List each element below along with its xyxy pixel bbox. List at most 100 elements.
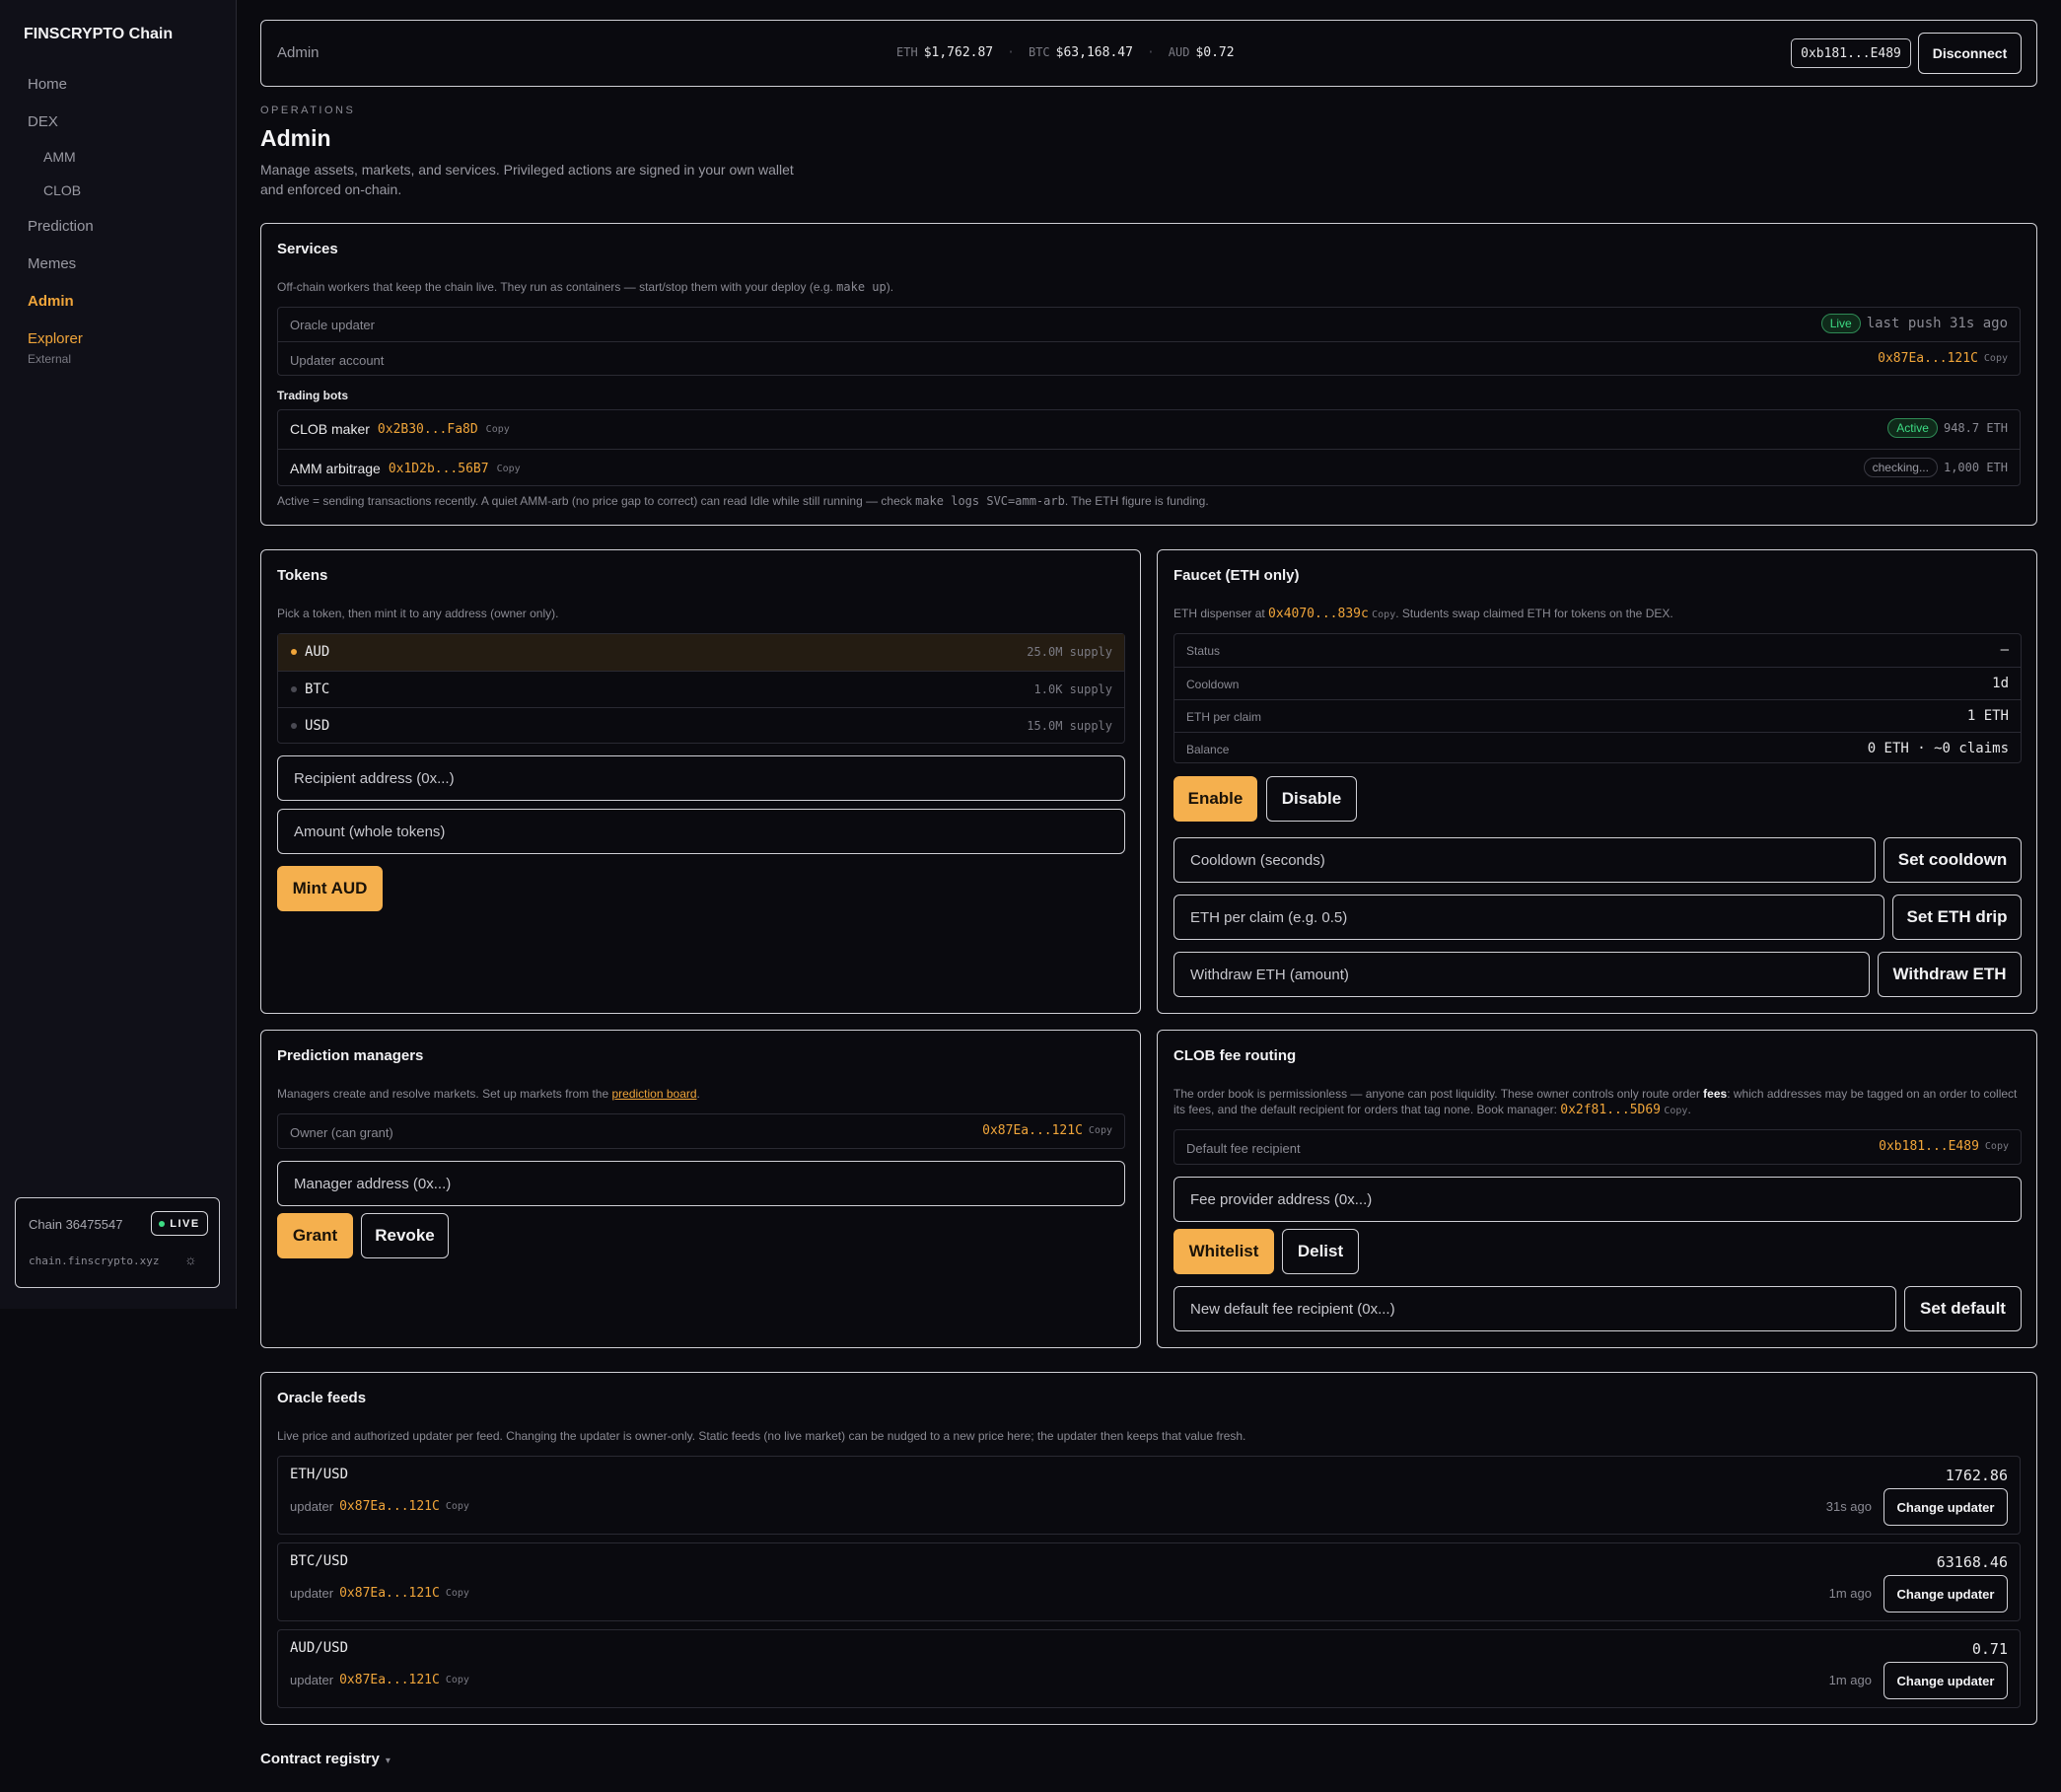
oracle-title: Oracle feeds bbox=[277, 1390, 367, 1406]
faucet-status-value: — bbox=[2000, 642, 2009, 658]
enable-button[interactable]: Enable bbox=[1173, 776, 1257, 822]
token-supply: 15.0M supply bbox=[1027, 719, 1112, 733]
copy-button[interactable]: Copy bbox=[486, 424, 510, 435]
feed-updater-address[interactable]: 0x87Ea...121C bbox=[339, 1499, 440, 1514]
change-updater-button[interactable]: Change updater bbox=[1883, 1575, 2008, 1613]
token-supply: 25.0M supply bbox=[1027, 645, 1112, 659]
contract-registry-title: Contract registry bbox=[260, 1751, 380, 1767]
feed-updater-address[interactable]: 0x87Ea...121C bbox=[339, 1586, 440, 1601]
withdraw-eth-input[interactable]: Withdraw ETH (amount) bbox=[1173, 952, 1870, 997]
sidebar-item-home[interactable]: Home bbox=[28, 76, 67, 93]
faucet-balance-row: Balance 0 ETH · ~0 claims bbox=[1174, 732, 2021, 764]
copy-button[interactable]: Copy bbox=[1372, 609, 1395, 620]
sidebar-item-prediction[interactable]: Prediction bbox=[28, 218, 94, 235]
token-row-usd[interactable]: USD 15.0M supply bbox=[278, 707, 1124, 744]
change-updater-button[interactable]: Change updater bbox=[1883, 1488, 2008, 1526]
bot-row: AMM arbitrage 0x1D2b...56B7 Copy checkin… bbox=[278, 449, 2020, 487]
new-default-fee-input[interactable]: New default fee recipient (0x...) bbox=[1173, 1286, 1896, 1331]
default-fee-table: Default fee recipient 0xb181...E489 Copy bbox=[1173, 1129, 2022, 1165]
copy-button[interactable]: Copy bbox=[1664, 1106, 1687, 1116]
faucet-claim-row: ETH per claim 1 ETH bbox=[1174, 699, 2021, 732]
eth-per-claim-input[interactable]: ETH per claim (e.g. 0.5) bbox=[1173, 895, 1884, 940]
prediction-board-link[interactable]: prediction board bbox=[611, 1087, 696, 1101]
live-dot-icon bbox=[159, 1220, 166, 1227]
change-updater-button[interactable]: Change updater bbox=[1883, 1662, 2008, 1699]
trading-bots-table: CLOB maker 0x2B30...Fa8D Copy Active 948… bbox=[277, 409, 2021, 486]
set-default-button[interactable]: Set default bbox=[1904, 1286, 2022, 1331]
tokens-panel: Tokens Pick a token, then mint it to any… bbox=[260, 549, 1141, 1014]
owner-label: Owner (can grant) bbox=[290, 1125, 393, 1140]
cooldown-input[interactable]: Cooldown (seconds) bbox=[1173, 837, 1876, 883]
sidebar-item-admin[interactable]: Admin bbox=[28, 293, 74, 310]
sidebar-item-amm[interactable]: AMM bbox=[43, 149, 76, 165]
live-label: LIVE bbox=[170, 1217, 200, 1230]
whitelist-button[interactable]: Whitelist bbox=[1173, 1229, 1274, 1274]
book-manager-address[interactable]: 0x2f81...5D69 bbox=[1560, 1103, 1661, 1117]
copy-button[interactable]: Copy bbox=[1089, 1125, 1112, 1136]
feed-updater-address[interactable]: 0x87Ea...121C bbox=[339, 1673, 440, 1687]
recipient-address-input[interactable]: Recipient address (0x...) bbox=[277, 755, 1125, 801]
mint-button[interactable]: Mint AUD bbox=[277, 866, 383, 911]
oracle-feed-row: ETH/USD 1762.86 updater 0x87Ea...121C Copy… bbox=[277, 1456, 2021, 1535]
feed-pair: ETH/USD bbox=[290, 1467, 349, 1482]
bot-status-badge: Active bbox=[1887, 418, 1938, 438]
ticker-btc: BTC $63,168.47 bbox=[1028, 45, 1133, 60]
sidebar-item-memes[interactable]: Memes bbox=[28, 255, 76, 272]
bot-status-badge: checking... bbox=[1863, 458, 1938, 477]
copy-button[interactable]: Copy bbox=[446, 1501, 469, 1512]
wallet-address-pill[interactable]: 0xb181...E489 bbox=[1791, 38, 1911, 68]
clob-title: CLOB fee routing bbox=[1173, 1047, 1297, 1064]
faucet-claim-value: 1 ETH bbox=[1966, 708, 2009, 724]
set-eth-drip-button[interactable]: Set ETH drip bbox=[1892, 895, 2022, 940]
token-dot-icon bbox=[291, 649, 297, 655]
fee-provider-input[interactable]: Fee provider address (0x...) bbox=[1173, 1177, 2022, 1222]
token-list: AUD 25.0M supply BTC 1.0K supply USD 15.… bbox=[277, 633, 1125, 744]
revoke-button[interactable]: Revoke bbox=[361, 1213, 449, 1258]
bot-address[interactable]: 0x2B30...Fa8D bbox=[378, 422, 478, 437]
disable-button[interactable]: Disable bbox=[1266, 776, 1357, 822]
mint-amount-input[interactable]: Amount (whole tokens) bbox=[277, 809, 1125, 854]
bot-name: AMM arbitrage bbox=[290, 461, 381, 476]
copy-button[interactable]: Copy bbox=[1984, 353, 2008, 364]
sidebar-item-clob[interactable]: CLOB bbox=[43, 182, 81, 198]
bot-row: CLOB maker 0x2B30...Fa8D Copy Active 948… bbox=[278, 410, 2020, 449]
contract-registry-toggle[interactable]: Contract registry ▾ bbox=[260, 1751, 391, 1767]
copy-button[interactable]: Copy bbox=[446, 1588, 469, 1599]
manager-address-input[interactable]: Manager address (0x...) bbox=[277, 1161, 1125, 1206]
feed-price: 63168.46 bbox=[1936, 1553, 2008, 1571]
oracle-feed-row: AUD/USD 0.71 updater 0x87Ea...121C Copy 1m… bbox=[277, 1629, 2021, 1708]
disconnect-button[interactable]: Disconnect bbox=[1918, 33, 2022, 74]
copy-button[interactable]: Copy bbox=[1985, 1141, 2009, 1152]
default-fee-row: Default fee recipient 0xb181...E489 Copy bbox=[1174, 1130, 2021, 1166]
sun-icon[interactable]: ☼ bbox=[184, 1252, 197, 1267]
faucet-description: ETH dispenser at 0x4070...839c Copy. Stu… bbox=[1173, 607, 1673, 621]
bots-note: Active = sending transactions recently. … bbox=[277, 494, 1209, 508]
withdraw-eth-button[interactable]: Withdraw ETH bbox=[1878, 952, 2022, 997]
token-row-aud[interactable]: AUD 25.0M supply bbox=[278, 634, 1124, 671]
tokens-title: Tokens bbox=[277, 567, 328, 584]
copy-button[interactable]: Copy bbox=[497, 464, 521, 474]
default-fee-address[interactable]: 0xb181...E489 bbox=[1879, 1139, 1979, 1154]
sidebar: FINSCRYPTO Chain Home DEX AMM CLOB Predi… bbox=[0, 0, 237, 1309]
live-badge: LIVE bbox=[151, 1211, 208, 1236]
delist-button[interactable]: Delist bbox=[1282, 1229, 1359, 1274]
token-row-btc[interactable]: BTC 1.0K supply bbox=[278, 671, 1124, 707]
brand-logo[interactable]: FINSCRYPTO Chain bbox=[24, 26, 173, 43]
bot-funding: 1,000 ETH bbox=[1943, 461, 2008, 474]
oracle-updater-label: Oracle updater bbox=[290, 318, 375, 332]
copy-button[interactable]: Copy bbox=[446, 1675, 469, 1685]
ticker-separator: · bbox=[1007, 45, 1015, 60]
updater-account-row: Updater account 0x87Ea...121C Copy bbox=[278, 341, 2020, 377]
faucet-cooldown-row: Cooldown 1d bbox=[1174, 667, 2021, 699]
updater-account-address[interactable]: 0x87Ea...121C bbox=[1878, 351, 1978, 366]
updater-account-label: Updater account bbox=[290, 353, 385, 368]
feed-updated-ago: 1m ago bbox=[1828, 1586, 1872, 1601]
owner-address[interactable]: 0x87Ea...121C bbox=[982, 1123, 1083, 1138]
faucet-address[interactable]: 0x4070...839c bbox=[1268, 607, 1369, 621]
grant-button[interactable]: Grant bbox=[277, 1213, 353, 1258]
sidebar-item-dex[interactable]: DEX bbox=[28, 113, 58, 130]
token-name: USD bbox=[305, 718, 330, 734]
set-cooldown-button[interactable]: Set cooldown bbox=[1883, 837, 2022, 883]
bot-address[interactable]: 0x1D2b...56B7 bbox=[389, 462, 489, 476]
sidebar-item-explorer[interactable]: Explorer bbox=[28, 330, 83, 347]
